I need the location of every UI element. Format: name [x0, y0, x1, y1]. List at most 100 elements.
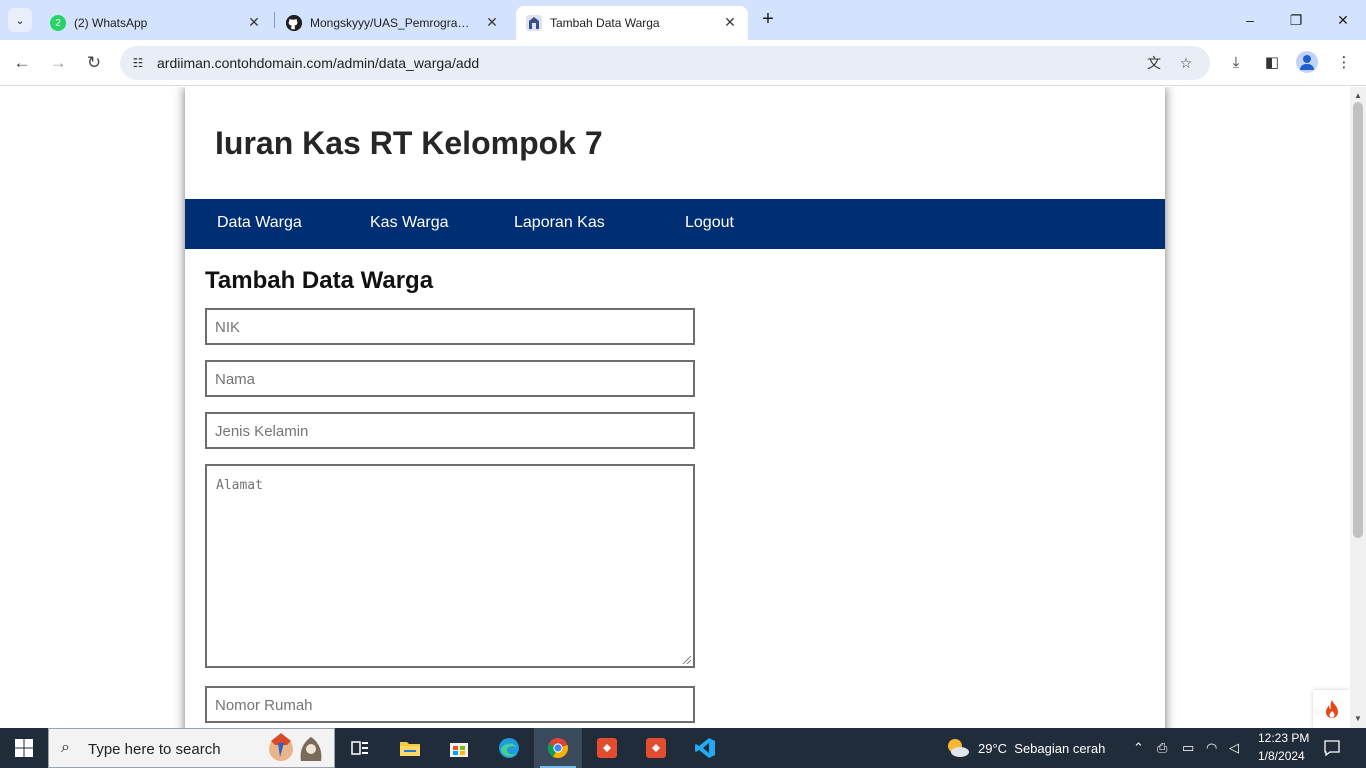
site-favicon-icon: [526, 15, 542, 31]
battery-icon[interactable]: ▭: [1182, 740, 1194, 756]
windows-start-button[interactable]: [0, 728, 48, 768]
wifi-icon[interactable]: ◠: [1206, 740, 1217, 756]
notifications-icon[interactable]: [1323, 739, 1341, 762]
site-settings-icon[interactable]: ☷: [128, 53, 148, 73]
chevron-down-icon: ⌄: [15, 14, 25, 27]
task-view-svg: [351, 741, 368, 755]
meet-now-icon[interactable]: ⎙: [1157, 740, 1167, 756]
git-app-icon[interactable]: [583, 728, 631, 768]
window-close-icon[interactable]: ✕: [1331, 8, 1355, 32]
vscode-svg: [695, 738, 715, 758]
search-highlight-illustration: [269, 733, 322, 761]
nama-placeholder: Nama: [215, 371, 256, 388]
url-text[interactable]: ardiiman.contohdomain.com/admin/data_war…: [157, 55, 479, 71]
tab-tambah-data-warga[interactable]: Tambah Data Warga ✕: [516, 6, 748, 40]
folder-svg: [400, 742, 420, 756]
edge-svg: [499, 738, 519, 758]
whatsapp-icon: 2: [50, 15, 66, 31]
microsoft-store-icon[interactable]: [435, 728, 483, 768]
site-title: Iuran Kas RT Kelompok 7: [215, 125, 603, 161]
chrome-browser-icon[interactable]: [534, 728, 582, 768]
restore-icon[interactable]: ❐: [1284, 8, 1308, 32]
store-svg: [450, 743, 468, 757]
nik-placeholder: NIK: [215, 319, 241, 336]
favicon-svg: [529, 17, 539, 29]
github-icon: [286, 15, 302, 31]
page-viewport: Iuran Kas RT Kelompok 7 Data Warga Kas W…: [0, 87, 1350, 728]
nik-input[interactable]: NIK: [205, 308, 695, 345]
chrome-svg: [547, 738, 568, 759]
tab-title: Mongskyyy/UAS_Pemrograman: [310, 16, 478, 30]
main-nav: Data Warga Kas Warga Laporan Kas Logout: [185, 199, 1165, 249]
github-logo-svg: [286, 15, 302, 31]
chevron-up-icon[interactable]: ⌃: [1133, 740, 1144, 756]
jenis-kelamin-placeholder: Jenis Kelamin: [215, 423, 309, 440]
screen: ⌄ 2 (2) WhatsApp ✕ Mongskyyy/UAS_Pemrogr…: [0, 0, 1366, 768]
scrollbar-thumb[interactable]: [1353, 102, 1363, 538]
close-icon[interactable]: ✕: [246, 14, 262, 30]
nav-kas-warga[interactable]: Kas Warga: [370, 214, 449, 232]
resize-handle[interactable]: [683, 656, 691, 664]
alamat-textarea[interactable]: Alamat: [205, 464, 695, 668]
side-panel-icon[interactable]: ◧: [1260, 51, 1284, 75]
search-highlight-image: [267, 731, 331, 767]
tab-search-button[interactable]: ⌄: [8, 8, 32, 32]
back-arrow-icon[interactable]: ←: [10, 51, 34, 75]
file-explorer-icon[interactable]: [386, 728, 434, 768]
tab-badge-count: 2: [55, 17, 61, 29]
close-icon[interactable]: ✕: [722, 14, 738, 30]
minimize-icon[interactable]: –: [1238, 8, 1262, 32]
scroll-down-arrow-icon[interactable]: ▼: [1353, 714, 1363, 724]
git-app-icon-2[interactable]: [632, 728, 680, 768]
tab-title: (2) WhatsApp: [74, 16, 148, 30]
jenis-kelamin-input[interactable]: Jenis Kelamin: [205, 412, 695, 449]
edge-browser-icon[interactable]: [485, 728, 533, 768]
nomor-rumah-placeholder: Nomor Rumah: [215, 697, 313, 714]
browser-toolbar: ← → ↻ ☷ ardiiman.contohdomain.com/admin/…: [0, 40, 1366, 86]
close-icon[interactable]: ✕: [484, 14, 500, 30]
vscode-icon[interactable]: [681, 728, 729, 768]
alamat-placeholder: Alamat: [216, 478, 263, 493]
weather-text[interactable]: 29°C Sebagian cerah: [978, 741, 1105, 756]
tab-separator: [274, 12, 275, 28]
browser-tab-strip: ⌄ 2 (2) WhatsApp ✕ Mongskyyy/UAS_Pemrogr…: [0, 0, 1366, 40]
weather-svg: [948, 739, 969, 757]
new-tab-plus-icon[interactable]: +: [757, 9, 779, 31]
floating-flame-button[interactable]: [1313, 690, 1350, 728]
flame-icon: [1325, 700, 1338, 718]
windows-logo-icon: [15, 739, 33, 757]
page-scrollbar[interactable]: ▲ ▼: [1350, 87, 1366, 728]
clock-date[interactable]: 1/8/2024: [1258, 749, 1305, 763]
avatar-head: [1303, 55, 1311, 63]
volume-icon[interactable]: ◁: [1229, 740, 1239, 756]
reload-icon[interactable]: ↻: [82, 51, 106, 75]
clock-time[interactable]: 12:23 PM: [1258, 731, 1309, 745]
nav-data-warga[interactable]: Data Warga: [217, 214, 302, 232]
nama-input[interactable]: Nama: [205, 360, 695, 397]
taskbar-search-box[interactable]: ⌕ Type here to search: [48, 728, 335, 768]
page-container: Iuran Kas RT Kelompok 7 Data Warga Kas W…: [185, 87, 1165, 728]
weather-icon[interactable]: [945, 737, 971, 764]
site-header: Iuran Kas RT Kelompok 7: [185, 87, 1165, 199]
bookmark-star-icon[interactable]: ☆: [1176, 53, 1196, 73]
task-view-icon[interactable]: [336, 728, 384, 768]
tab-whatsapp[interactable]: 2 (2) WhatsApp ✕: [40, 6, 272, 40]
address-bar[interactable]: ☷ ardiiman.contohdomain.com/admin/data_w…: [120, 46, 1210, 80]
scroll-up-arrow-icon[interactable]: ▲: [1353, 91, 1363, 101]
git-app-svg: [597, 738, 617, 758]
nav-logout[interactable]: Logout: [685, 214, 734, 232]
search-icon: ⌕: [61, 739, 70, 756]
windows-taskbar: ⌕ Type here to search 29°C Sebagian cera…: [0, 728, 1366, 768]
tab-github[interactable]: Mongskyyy/UAS_Pemrograman ✕: [278, 6, 510, 40]
download-icon[interactable]: ⤓: [1224, 51, 1248, 75]
menu-kebab-icon[interactable]: ⋮: [1332, 51, 1356, 75]
nav-laporan-kas[interactable]: Laporan Kas: [514, 214, 605, 232]
translate-icon[interactable]: 文: [1144, 53, 1164, 73]
forward-arrow-icon[interactable]: →: [46, 51, 70, 75]
form-heading: Tambah Data Warga: [205, 267, 434, 294]
notification-svg: [1324, 740, 1340, 757]
avatar-shoulders: [1300, 64, 1314, 70]
profile-avatar-icon[interactable]: [1296, 51, 1318, 73]
search-placeholder: Type here to search: [88, 741, 221, 758]
nomor-rumah-input[interactable]: Nomor Rumah: [205, 686, 695, 723]
